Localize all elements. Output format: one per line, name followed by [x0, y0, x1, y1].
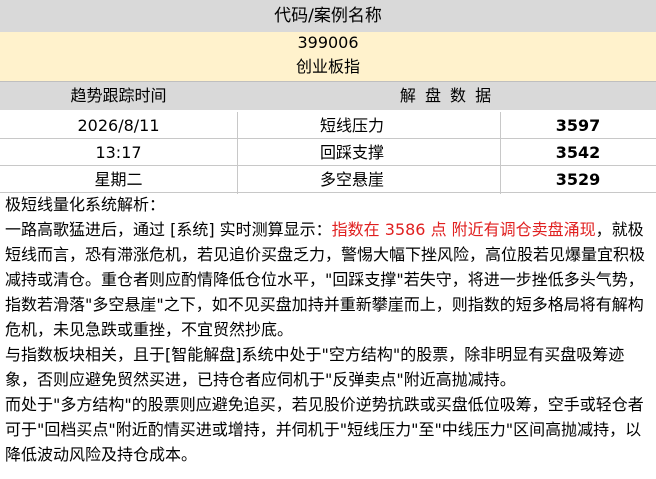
analysis-paragraph: 一路高歌猛进后，通过 [系统] 实时测算显示：指数在 3586 点 附近有调仓卖… — [5, 217, 655, 342]
analysis-intro: 一路高歌猛进后，通过 [系统] 实时测算显示： — [5, 220, 332, 239]
column-divider — [500, 112, 501, 194]
row-value: 3529 — [555, 170, 601, 189]
row-value: 3542 — [555, 143, 601, 162]
tracking-date: 2026/8/11 — [77, 116, 160, 135]
analysis-text: 极短线量化系统解析： 一路高歌猛进后，通过 [系统] 实时测算显示：指数在 35… — [5, 192, 655, 467]
row-label: 短线压力 — [320, 116, 385, 135]
analysis-highlight: 指数在 3586 点 附近有调仓卖盘涌现 — [331, 220, 596, 239]
row-value: 3597 — [555, 116, 601, 135]
row-label: 回踩支撑 — [320, 143, 385, 162]
time-column-header: 趋势跟踪时间 — [70, 86, 167, 105]
tracking-time: 13:17 — [95, 143, 142, 162]
table-row: 星期二 多空悬崖 3529 — [0, 166, 656, 193]
analysis-paragraph: 而处于"多方结构"的股票则应避免追买，若见股价逆势抗跌或买盘低位吸筹，空手或轻仓… — [5, 395, 644, 464]
table-row: 13:17 回踩支撑 3542 — [0, 139, 656, 166]
analysis-paragraph: 与指数板块相关，且于[智能解盘]系统中处于"空方结构"的股票，除非明显有买盘吸筹… — [5, 345, 625, 389]
row-label: 多空悬崖 — [320, 170, 385, 189]
column-divider — [237, 112, 238, 194]
instrument-code: 399006 — [0, 32, 656, 54]
column-header-row: 趋势跟踪时间 解 盘 数 据 — [0, 82, 656, 110]
table-title: 代码/案例名称 — [0, 0, 656, 32]
instrument-name: 创业板指 — [0, 54, 656, 82]
analysis-heading: 极短线量化系统解析： — [5, 195, 166, 214]
data-column-header: 解 盘 数 据 — [399, 86, 494, 105]
tracking-weekday: 星期二 — [94, 170, 143, 189]
table-row: 2026/8/11 短线压力 3597 — [0, 112, 656, 139]
